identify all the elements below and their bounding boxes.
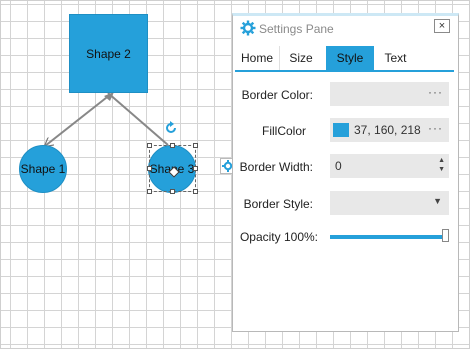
close-button[interactable]: × — [434, 19, 450, 33]
opacity-slider-track[interactable] — [330, 235, 444, 239]
close-icon: × — [438, 20, 446, 32]
shape1-node[interactable]: Shape 1 — [19, 145, 67, 193]
tab-home[interactable]: Home — [235, 46, 280, 70]
resize-handle-bl[interactable] — [147, 189, 152, 194]
tab-size-label: Size — [289, 51, 313, 65]
pane-header: Settings Pane × — [233, 16, 458, 42]
resize-handle-tr[interactable] — [193, 143, 198, 148]
opacity-slider-thumb[interactable] — [442, 229, 449, 242]
resize-handle-tm[interactable] — [170, 143, 175, 148]
gear-icon — [240, 20, 256, 36]
tab-home-label: Home — [240, 51, 273, 65]
border-color-field[interactable]: ··· — [330, 82, 449, 106]
border-style-label: Border Style: — [243, 197, 313, 211]
connector-shape2-shape1[interactable] — [45, 93, 112, 146]
resize-handle-bm[interactable] — [170, 189, 175, 194]
shape1-label: Shape 1 — [20, 162, 66, 176]
spin-arrows-icon[interactable]: ▲ ▼ — [438, 156, 445, 174]
border-style-dropdown[interactable]: ▼ — [330, 191, 449, 215]
tab-size[interactable]: Size — [280, 46, 322, 70]
fill-color-field[interactable]: 37, 160, 218 ··· — [330, 118, 449, 142]
pane-title: Settings Pane — [259, 22, 334, 36]
border-color-picker-button[interactable]: ··· — [428, 85, 443, 99]
fill-color-picker-button[interactable]: ··· — [428, 121, 443, 135]
settings-pane: Settings Pane × Home Size Style Text Bor… — [232, 13, 459, 332]
resize-handle-mr[interactable] — [193, 166, 198, 171]
resize-handle-ml[interactable] — [147, 166, 152, 171]
fill-color-label: FillColor — [261, 124, 306, 138]
chevron-down-icon: ▼ — [433, 196, 442, 206]
tab-text-label: Text — [384, 51, 407, 65]
border-width-label: Border Width: — [239, 160, 313, 174]
border-width-field[interactable]: 0 ▲ ▼ — [330, 154, 449, 178]
border-color-label: Border Color: — [241, 88, 313, 102]
border-width-value: 0 — [335, 159, 342, 173]
fill-color-value: 37, 160, 218 — [354, 123, 421, 137]
opacity-label: Opacity 100%: — [239, 230, 318, 244]
shape2-label: Shape 2 — [86, 46, 131, 61]
connector-shape2-shape3[interactable] — [107, 92, 169, 146]
shape2-node[interactable]: Shape 2 — [69, 14, 148, 93]
tab-style[interactable]: Style — [326, 46, 374, 70]
tab-strip: Home Size Style Text — [235, 46, 454, 72]
resize-handle-br[interactable] — [193, 189, 198, 194]
rotate-icon[interactable] — [164, 121, 178, 135]
resize-handle-tl[interactable] — [147, 143, 152, 148]
fill-color-swatch — [333, 123, 349, 137]
tab-text[interactable]: Text — [374, 46, 417, 70]
tab-style-label: Style — [336, 51, 364, 65]
